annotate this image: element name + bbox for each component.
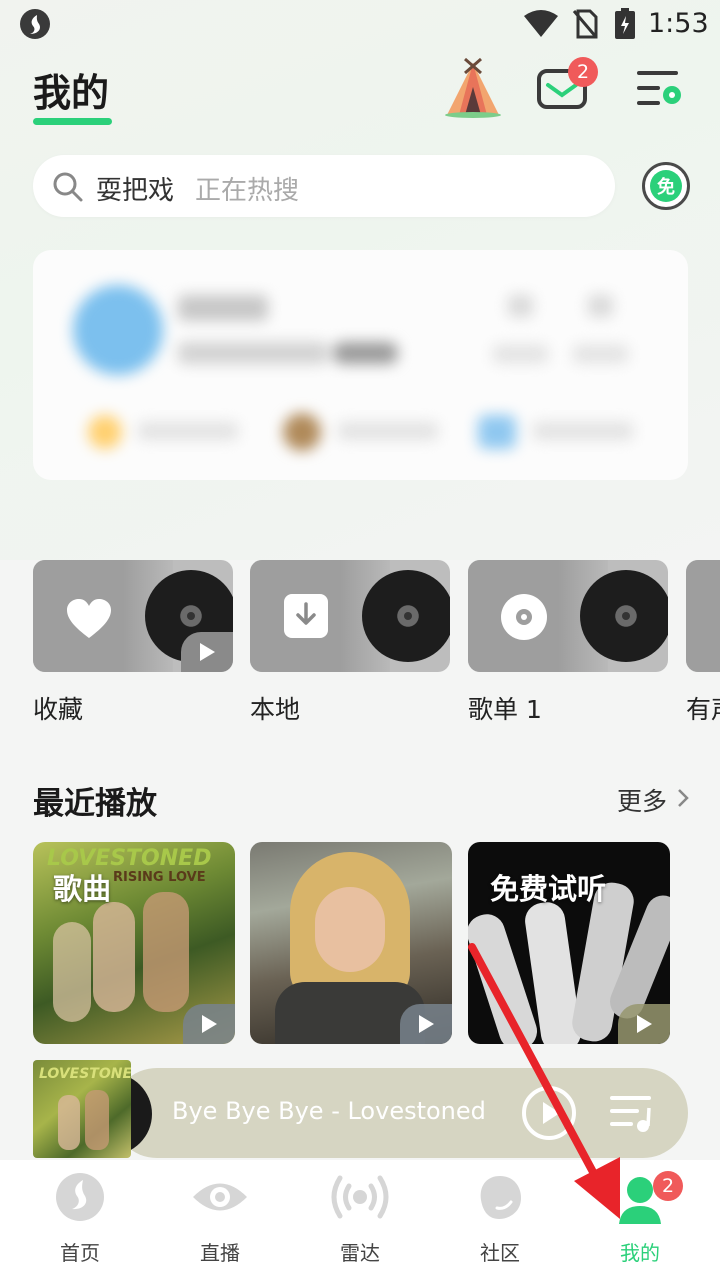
nav-label-radar: 雷达 bbox=[340, 1241, 380, 1265]
battery-icon bbox=[615, 8, 635, 39]
search-query[interactable]: 耍把戏 bbox=[96, 170, 174, 207]
shortcut-playlist[interactable] bbox=[468, 560, 668, 672]
play-icon[interactable] bbox=[400, 1004, 452, 1044]
album-1-tag: 歌曲 bbox=[53, 872, 112, 906]
nav-radar[interactable] bbox=[310, 1172, 410, 1226]
title-underline bbox=[33, 118, 112, 125]
settings-menu-icon[interactable] bbox=[636, 68, 686, 110]
page-title: 我的 bbox=[33, 71, 110, 115]
nav-label-mine: 我的 bbox=[620, 1241, 660, 1265]
album-3-tag: 免费试听 bbox=[490, 872, 607, 906]
recent-album-1[interactable]: LOVESTONED RISING LOVE 歌曲 bbox=[33, 842, 235, 1044]
shortcut-label-playlist: 歌单 1 bbox=[468, 695, 542, 724]
play-icon[interactable] bbox=[183, 1004, 235, 1044]
home-icon bbox=[56, 1173, 104, 1221]
wifi-icon bbox=[524, 10, 558, 37]
recent-album-2[interactable] bbox=[250, 842, 452, 1044]
nav-label-live: 直播 bbox=[200, 1241, 240, 1265]
tent-icon[interactable] bbox=[443, 57, 503, 119]
disc-icon bbox=[501, 594, 547, 640]
radar-icon bbox=[331, 1175, 389, 1219]
eye-icon bbox=[193, 1183, 247, 1211]
shortcut-label-favorites: 收藏 bbox=[33, 695, 84, 724]
play-icon[interactable] bbox=[181, 632, 233, 672]
status-time: 1:53 bbox=[648, 8, 709, 39]
more-link[interactable]: 更多 bbox=[617, 782, 667, 818]
album-1-art-subtext: RISING LOVE bbox=[113, 870, 206, 885]
free-mode-button[interactable]: 免 bbox=[642, 162, 690, 210]
player-track-title: Bye Bye Bye - Lovestoned bbox=[172, 1097, 486, 1125]
shortcut-favorites[interactable] bbox=[33, 560, 233, 672]
shortcut-label-audiobook: 有声 bbox=[686, 695, 720, 724]
search-hint: 正在热搜 bbox=[195, 176, 300, 206]
nav-home[interactable] bbox=[30, 1172, 130, 1226]
player-album-art[interactable]: LOVESTONED bbox=[33, 1060, 131, 1158]
app-logo-icon bbox=[20, 9, 50, 39]
profile-card[interactable] bbox=[33, 250, 688, 480]
search-icon bbox=[53, 172, 83, 202]
download-icon bbox=[284, 594, 328, 638]
annotation-arrow-icon bbox=[468, 943, 620, 1219]
heart-icon bbox=[67, 599, 111, 638]
recent-title: 最近播放 bbox=[33, 786, 157, 822]
shortcut-local[interactable] bbox=[250, 560, 450, 672]
nav-label-home: 首页 bbox=[60, 1241, 100, 1265]
nav-label-community: 社区 bbox=[480, 1241, 520, 1265]
player-art-text: LOVESTONED bbox=[39, 1066, 131, 1082]
chevron-right-icon[interactable] bbox=[676, 788, 690, 808]
nav-live[interactable] bbox=[170, 1172, 270, 1226]
free-label: 免 bbox=[650, 170, 682, 202]
no-sim-icon bbox=[572, 9, 598, 39]
shortcut-label-local: 本地 bbox=[250, 695, 301, 724]
mail-badge: 2 bbox=[568, 57, 598, 87]
shortcut-audiobook[interactable] bbox=[686, 560, 720, 672]
profile-badge: 2 bbox=[653, 1171, 683, 1201]
